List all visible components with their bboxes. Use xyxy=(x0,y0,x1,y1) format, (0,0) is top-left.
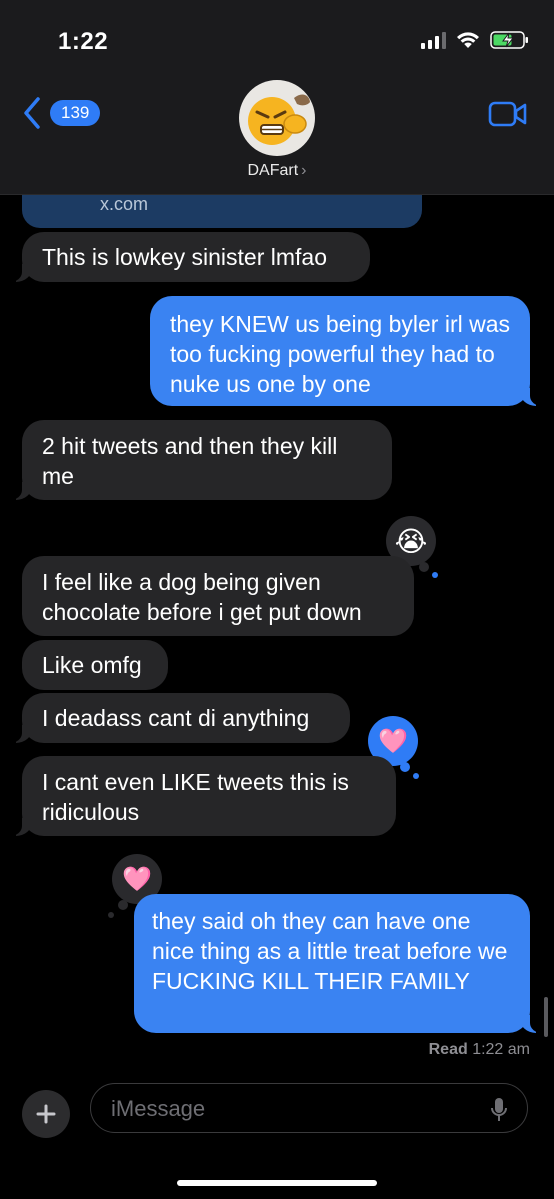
status-time: 1:22 xyxy=(58,28,109,55)
status-icons xyxy=(421,30,530,50)
cellular-signal-icon xyxy=(421,31,446,49)
facetime-video-icon[interactable] xyxy=(488,100,528,128)
home-indicator[interactable] xyxy=(177,1180,377,1186)
message-bubble-incoming[interactable]: I deadass cant di anything xyxy=(8,693,350,743)
conversation-header: 1:22 139 DAFart › xyxy=(0,0,554,195)
message-text: This is lowkey sinister lmfao xyxy=(42,244,328,270)
wifi-icon xyxy=(457,32,479,48)
message-input[interactable] xyxy=(109,1094,473,1124)
contact-name-button[interactable]: DAFart › xyxy=(0,162,554,180)
chevron-right-icon: › xyxy=(301,162,307,179)
chevron-left-icon xyxy=(24,97,40,129)
message-bubble-incoming[interactable]: Like omfg xyxy=(22,640,168,690)
message-text: I cant even LIKE tweets this is ridiculo… xyxy=(42,769,349,825)
message-bubble-outgoing[interactable]: they KNEW us being byler irl was too fuc… xyxy=(150,296,544,406)
unread-count-badge: 139 xyxy=(50,100,101,126)
message-text: they said oh they can have one nice thin… xyxy=(152,908,508,994)
message-composer xyxy=(0,1080,554,1140)
read-receipt-label: Read xyxy=(428,1041,468,1058)
read-receipt: Read 1:22 am xyxy=(429,1041,530,1059)
message-text: I feel like a dog being given chocolate … xyxy=(42,569,362,625)
battery-charging-icon xyxy=(490,31,528,49)
contact-name: DAFart xyxy=(247,162,299,179)
pink-heart-icon: 🩷 xyxy=(122,865,152,893)
message-bubble-incoming[interactable]: I feel like a dog being given chocolate … xyxy=(22,556,414,636)
message-text: Like omfg xyxy=(42,652,142,678)
read-receipt-time: 1:22 am xyxy=(472,1041,530,1058)
message-bubble-outgoing[interactable]: they said oh they can have one nice thin… xyxy=(134,894,544,1033)
plus-icon xyxy=(36,1104,56,1124)
message-bubble-incoming[interactable]: I cant even LIKE tweets this is ridiculo… xyxy=(8,756,396,836)
message-text: 2 hit tweets and then they kill me xyxy=(42,433,338,489)
message-text: I deadass cant di anything xyxy=(42,705,310,731)
link-preview-card[interactable]: x.com xyxy=(22,194,422,228)
scrollbar[interactable] xyxy=(544,997,548,1037)
message-bubble-incoming[interactable]: This is lowkey sinister lmfao xyxy=(8,232,370,282)
apps-plus-button[interactable] xyxy=(22,1090,70,1138)
crying-face-icon: 😭 xyxy=(394,525,428,557)
pink-heart-icon: 🩷 xyxy=(378,727,408,755)
back-button[interactable]: 139 xyxy=(22,96,101,130)
message-bubble-incoming[interactable]: 2 hit tweets and then they kill me xyxy=(8,420,392,500)
contact-avatar[interactable] xyxy=(239,80,315,156)
microphone-icon[interactable] xyxy=(491,1097,507,1123)
link-preview-domain: x.com xyxy=(100,194,149,214)
angry-emoji-avatar-image xyxy=(248,94,310,145)
message-text: they KNEW us being byler irl was too fuc… xyxy=(170,311,511,397)
imessage-field-container[interactable] xyxy=(90,1083,528,1133)
